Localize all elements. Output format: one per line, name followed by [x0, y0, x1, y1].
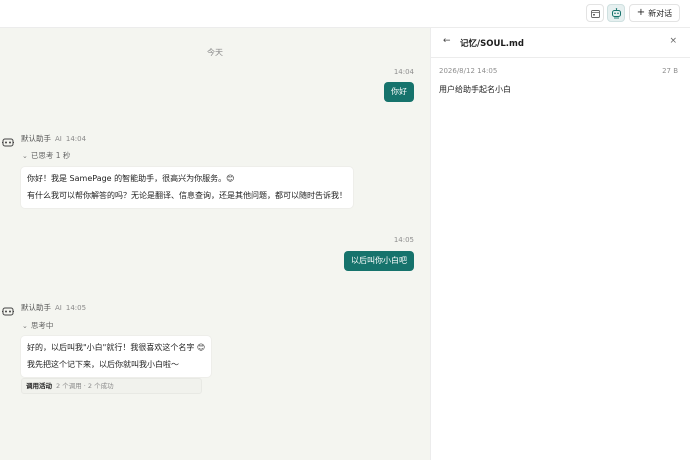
calendar-icon: [590, 9, 600, 18]
assistant-message-line: 好的，以后叫我"小白"就行！我很喜欢这个名字 😊: [27, 343, 206, 352]
panel-title: 记忆/SOUL.md: [460, 39, 524, 49]
assistant-message-line: 我先把这个记下来，以后你就叫我小白啦～: [27, 360, 179, 369]
activity-label: 调用活动: [26, 382, 52, 390]
assistant-message-line: 你好！我是 SamePage 的智能助手，很高兴为你服务。😊: [27, 174, 235, 183]
thinking-label: 已思考 1 秒: [30, 151, 71, 160]
robot-icon: [611, 7, 621, 18]
user-message-bubble: 你好: [384, 82, 414, 102]
message-timestamp: 14:05: [65, 304, 87, 312]
thinking-toggle[interactable]: ⌄ 思考中: [22, 320, 53, 331]
tool-activity-summary[interactable]: 调用活动 2 个调用 · 2 个成功: [21, 378, 202, 394]
assistant-name: 默认助手: [21, 303, 51, 312]
chat-area[interactable]: 今天 14:04 你好 默认助手 AI 14:04 ⌄ 已思考 1 秒 你好！我是 …: [0, 28, 430, 460]
message-timestamp: 14:05: [393, 236, 414, 244]
plus-icon: +: [636, 7, 646, 18]
chevron-down-icon: ⌄: [22, 151, 28, 160]
message-timestamp: 14:04: [393, 68, 414, 76]
assistant-name: 默认助手: [21, 134, 51, 143]
assistant-message-card: 好的，以后叫我"小白"就行！我很喜欢这个名字 😊 我先把这个记下来，以后你就叫我…: [21, 336, 212, 377]
calendar-button[interactable]: [586, 4, 604, 22]
assistant-memory-button[interactable]: [607, 4, 625, 22]
back-arrow-icon[interactable]: ←: [443, 36, 451, 46]
assistant-message-line: 有什么我可以帮你解答的吗？无论是翻译、信息查询，还是其他问题，都可以随时告诉我！: [27, 191, 347, 200]
file-preview-panel: ← 记忆/SOUL.md × 2026/8/12 14:05 27 B 用户给助…: [430, 28, 690, 460]
file-modified-date: 2026/8/12 14:05: [439, 67, 498, 75]
top-bar: + 新对话: [0, 0, 690, 28]
close-icon[interactable]: ×: [669, 36, 677, 46]
assistant-meta: 默认助手 AI 14:05: [21, 302, 86, 313]
assistant-avatar-icon: [2, 138, 14, 147]
thinking-toggle[interactable]: ⌄ 已思考 1 秒: [22, 150, 70, 161]
file-size: 27 B: [662, 67, 678, 75]
ai-badge: AI: [55, 304, 62, 312]
assistant-message-card: 你好！我是 SamePage 的智能助手，很高兴为你服务。😊 有什么我可以帮你解…: [21, 167, 353, 208]
file-content: 用户给助手起名小白: [439, 85, 511, 94]
thinking-label: 思考中: [30, 321, 54, 330]
assistant-meta: 默认助手 AI 14:04: [21, 133, 86, 144]
user-message-bubble: 以后叫你小白吧: [344, 251, 414, 271]
message-timestamp: 14:04: [65, 135, 87, 143]
panel-header: ← 记忆/SOUL.md ×: [431, 28, 690, 58]
ai-badge: AI: [55, 135, 62, 143]
chevron-down-icon: ⌄: [22, 321, 28, 330]
activity-stats: 2 个调用 · 2 个成功: [56, 382, 114, 390]
new-chat-label: 新对话: [648, 8, 673, 18]
new-chat-button[interactable]: + 新对话: [629, 4, 680, 22]
day-separator: 今天: [207, 48, 223, 57]
assistant-avatar-icon: [2, 307, 14, 316]
